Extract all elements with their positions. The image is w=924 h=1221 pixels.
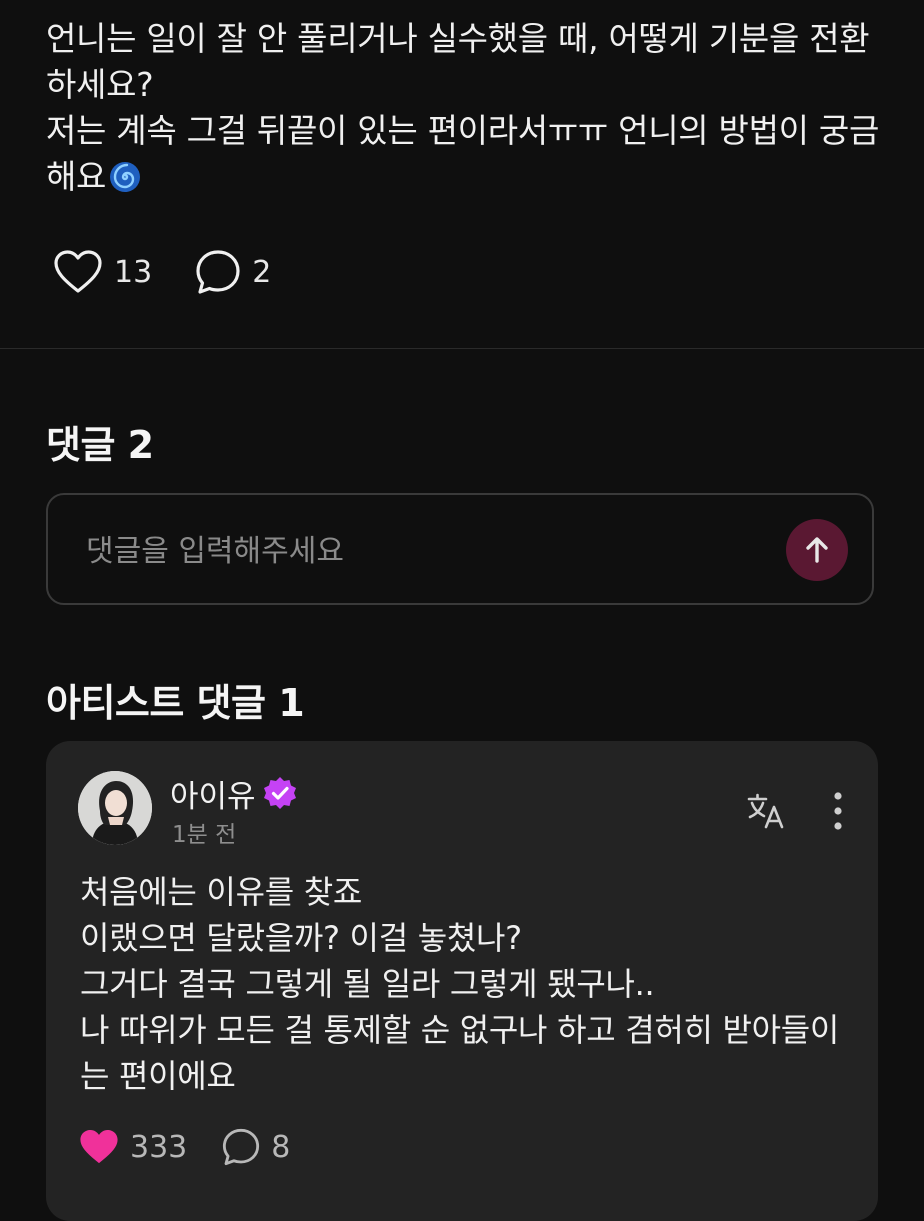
artist-comment-line: 는 편이에요 bbox=[80, 1057, 236, 1095]
artist-comment-card: 아이유 1분 전 처음에는 이유를 찾죠 이랬으면 달랐을까? 이걸 놓쳤나? … bbox=[46, 741, 878, 1221]
artist-comment-text: 처음에는 이유를 찾죠 이랬으면 달랐을까? 이걸 놓쳤나? 그거다 결국 그렇… bbox=[80, 869, 860, 1099]
post-line: 언니는 일이 잘 안 풀리거나 실수했을 때, 어떻게 기분을 전환 bbox=[46, 19, 870, 58]
artist-reply-count: 8 bbox=[271, 1129, 291, 1165]
arrow-up-icon bbox=[806, 537, 828, 563]
heart-filled-icon bbox=[80, 1130, 118, 1164]
post-comment-count: 2 bbox=[252, 254, 272, 290]
comments-title: 댓글 2 bbox=[46, 423, 154, 467]
profile-photo-icon bbox=[78, 771, 152, 845]
comment-input[interactable] bbox=[84, 521, 748, 581]
post-actions: 13 2 bbox=[52, 248, 271, 296]
artist-comment-line: 그거다 결국 그렇게 될 일라 그렇게 됐구나.. bbox=[80, 965, 655, 1003]
cyclone-emoji-icon bbox=[110, 162, 141, 192]
artist-comment-actions: 333 8 bbox=[78, 1125, 290, 1169]
section-divider bbox=[0, 348, 924, 349]
artist-comment-line: 처음에는 이유를 찾죠 bbox=[80, 873, 363, 911]
post-like-button[interactable]: 13 bbox=[52, 249, 152, 295]
author-name[interactable]: 아이유 bbox=[170, 771, 256, 816]
post-body: 언니는 일이 잘 안 풀리거나 실수했을 때, 어떻게 기분을 전환 하세요? … bbox=[46, 16, 886, 200]
post-comment-button[interactable]: 2 bbox=[194, 248, 271, 296]
post-line-text: 해요 bbox=[46, 157, 107, 196]
speech-bubble-icon bbox=[223, 1128, 260, 1166]
verified-badge-icon bbox=[264, 777, 296, 809]
speech-bubble-icon bbox=[196, 250, 240, 294]
more-options-icon[interactable] bbox=[826, 791, 850, 831]
heart-outline-icon bbox=[54, 250, 102, 293]
send-button[interactable] bbox=[786, 519, 848, 581]
post-line: 저는 계속 그걸 뒤끝이 있는 편이라서ㅠㅠ 언니의 방법이 궁금 bbox=[46, 111, 880, 150]
artist-reply-button[interactable]: 8 bbox=[221, 1127, 290, 1167]
artist-comment-line: 이랬으면 달랐을까? 이걸 놓쳤나? bbox=[80, 919, 522, 957]
artist-comments-title: 아티스트 댓글 1 bbox=[46, 681, 305, 725]
artist-like-count: 333 bbox=[130, 1129, 188, 1165]
avatar[interactable] bbox=[78, 771, 152, 845]
post-line-last: 해요 bbox=[46, 154, 886, 200]
artist-like-button[interactable]: 333 bbox=[78, 1128, 187, 1166]
translate-icon[interactable] bbox=[746, 791, 786, 831]
artist-comment-line: 나 따위가 모든 걸 통제할 순 없구나 하고 겸허히 받아들이 bbox=[80, 1011, 840, 1049]
post-line: 하세요? bbox=[46, 65, 154, 104]
comment-input-box bbox=[46, 493, 874, 605]
post-like-count: 13 bbox=[114, 254, 153, 290]
comment-time: 1분 전 bbox=[172, 822, 237, 848]
